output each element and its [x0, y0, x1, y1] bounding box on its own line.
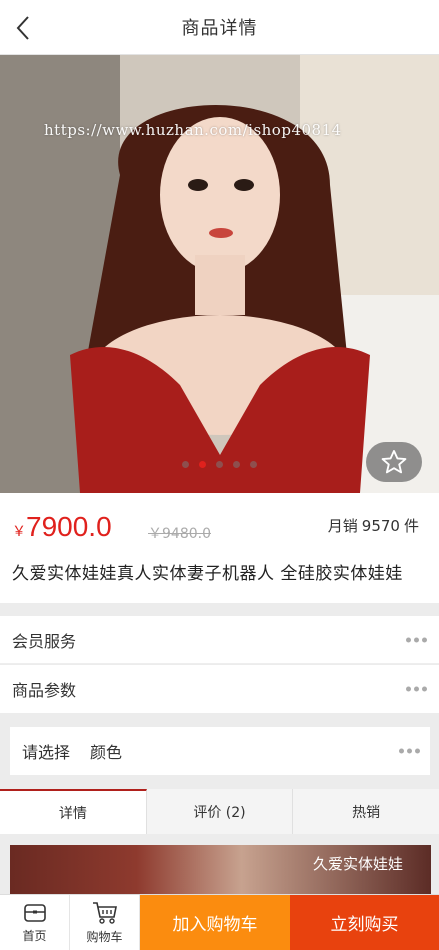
price-value: 7900.0 [26, 511, 112, 542]
product-params-label: 商品参数 [12, 681, 77, 700]
carousel-dot[interactable] [216, 461, 223, 468]
home-icon [23, 903, 46, 922]
tab-reviews[interactable]: 评价 (2) [147, 789, 294, 834]
detail-tabs: 详情 评价 (2) 热销 [0, 789, 439, 834]
carousel-dot-active[interactable] [199, 461, 206, 468]
product-params-row[interactable]: 商品参数 [0, 665, 439, 713]
sales-label: 月销 [327, 517, 358, 535]
bottom-action-bar: 首页 购物车 加入购物车 立刻购买 [0, 894, 439, 950]
monthly-sales: 月销 9570 件 [328, 515, 419, 536]
carousel-dot[interactable] [250, 461, 257, 468]
tab-details[interactable]: 详情 [0, 789, 147, 834]
back-arrow-icon[interactable] [14, 14, 32, 42]
member-service-row[interactable]: 会员服务 [0, 616, 439, 664]
cart-nav-button[interactable]: 购物车 [70, 895, 140, 950]
sales-count: 9570 [361, 517, 400, 535]
watermark-text: https://www.huzhan.com/ishop40814 [44, 121, 342, 139]
product-image-carousel[interactable]: https://www.huzhan.com/ishop40814 [0, 55, 439, 493]
sales-unit: 件 [403, 517, 419, 535]
price-section: ￥7900.0 ￥9480.0 月销 9570 件 久爱实体娃娃真人实体妻子机器人 … [0, 493, 439, 603]
home-label: 首页 [22, 928, 47, 943]
carousel-dot[interactable] [233, 461, 240, 468]
more-dots-icon [406, 686, 427, 692]
cart-label: 购物车 [86, 929, 123, 944]
current-price: ￥7900.0 [12, 511, 112, 543]
home-button[interactable]: 首页 [0, 895, 70, 950]
top-bar: 商品详情 [0, 0, 439, 55]
more-dots-icon [399, 748, 420, 754]
currency-symbol: ￥ [12, 523, 26, 539]
select-label: 请选择 [22, 743, 71, 762]
detail-brand-text: 久爱实体娃娃 [312, 855, 403, 873]
buy-now-button[interactable]: 立刻购买 [290, 895, 439, 950]
spec-selector[interactable]: 请选择 颜色 [10, 727, 430, 775]
page-title: 商品详情 [181, 18, 258, 39]
tab-hot-sales[interactable]: 热销 [293, 789, 439, 834]
star-icon [381, 449, 407, 474]
more-dots-icon [406, 637, 427, 642]
product-title: 久爱实体娃娃真人实体妻子机器人 全硅胶实体娃娃 [12, 564, 403, 584]
add-to-cart-button[interactable]: 加入购物车 [140, 895, 290, 950]
favorite-button[interactable] [366, 442, 422, 482]
carousel-dot[interactable] [182, 461, 189, 468]
original-price: ￥9480.0 [148, 526, 211, 542]
select-option-color: 颜色 [90, 743, 123, 762]
member-service-label: 会员服务 [12, 631, 77, 651]
shopping-cart-icon [92, 901, 117, 924]
